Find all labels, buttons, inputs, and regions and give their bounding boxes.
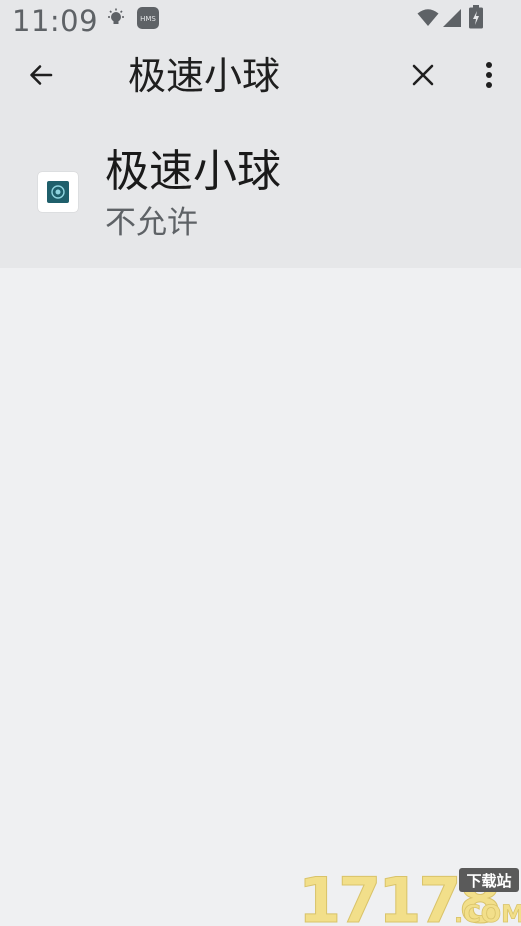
back-button[interactable] [18,54,64,100]
clear-search-button[interactable] [400,54,446,100]
app-list-item[interactable]: 极速小球 不允许 [0,116,521,268]
cell-signal-icon [442,8,462,32]
svg-text:下载站: 下载站 [466,872,511,890]
svg-text:HMS: HMS [140,15,156,23]
back-arrow-icon [27,61,55,93]
more-options-button[interactable] [466,54,512,100]
svg-text:.COM: .COM [454,900,521,926]
app-icon [38,172,78,212]
status-bar: 11:09 HMS [0,0,521,40]
wifi-icon [417,8,439,32]
search-query-text[interactable]: 极速小球 [128,50,280,102]
permission-status: 不允许 [105,205,198,241]
bulb-icon [106,8,126,32]
hms-icon: HMS [137,7,159,33]
status-time: 11:09 [12,4,99,38]
close-icon [411,63,435,91]
watermark-logo: 17178 下载站 .COM [296,862,521,926]
app-bar: 极速小球 [0,40,521,116]
app-permission-search-screen: 11:09 HMS 极速小球 极速小球 不允许 17178 下载站 .COM [0,0,521,926]
battery-charging-icon [469,5,483,33]
more-vert-icon [485,61,493,93]
app-name: 极速小球 [105,146,281,197]
